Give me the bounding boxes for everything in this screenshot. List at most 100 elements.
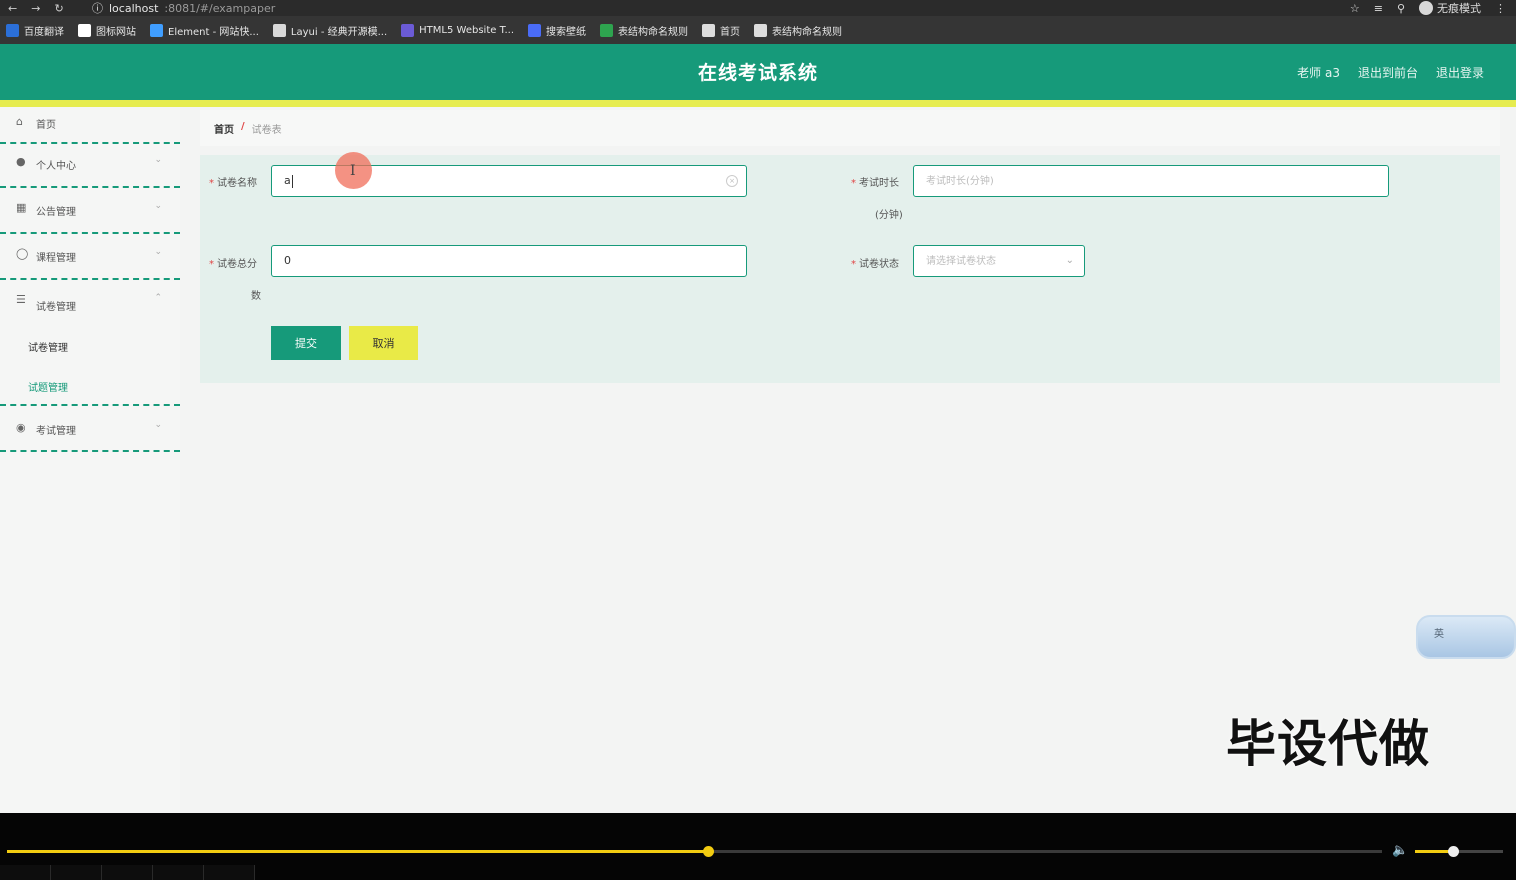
clear-icon[interactable]: × (726, 175, 738, 187)
sidebar-subitem-paper[interactable]: 试卷管理 (28, 339, 68, 354)
app-title: 在线考试系统 (697, 62, 818, 84)
submit-button[interactable]: 提交 (271, 326, 341, 360)
logout-link[interactable]: 退出登录 (1436, 64, 1484, 81)
paper-name-value: a (284, 174, 291, 187)
progress-fill (7, 850, 709, 853)
bookmark-favicon-icon (528, 23, 542, 37)
sidebar-item-personal[interactable]: ● 个人中心 ⌄ (0, 144, 180, 188)
player-tab[interactable] (102, 865, 153, 880)
player-tab[interactable] (153, 865, 204, 880)
incognito-icon (1419, 1, 1433, 15)
breadcrumb: 首页 / 试卷表 (214, 121, 282, 136)
user-icon: ● (16, 155, 26, 168)
bookmark-item[interactable]: HTML5 Website T... (401, 23, 514, 37)
volume-slider[interactable] (1415, 846, 1503, 857)
sidebar-item-course[interactable]: ◯ 课程管理 ⌄ (0, 236, 180, 280)
course-icon: ◯ (16, 247, 29, 260)
cancel-button[interactable]: 取消 (349, 326, 418, 360)
current-user: 老师 a3 (1297, 66, 1340, 80)
info-icon: ⓘ (92, 2, 103, 15)
sidebar-item-notice[interactable]: ▦ 公告管理 ⌄ (0, 190, 180, 234)
url-host: localhost (109, 1, 159, 15)
sidebar-item-exam[interactable]: ◉ 考试管理 ⌄ (0, 406, 180, 452)
text-cursor-icon: I (350, 163, 356, 179)
total-score-value: 0 (284, 254, 291, 267)
sidebar-item-label: 考试管理 (36, 426, 76, 437)
total-score-input[interactable]: 0 (271, 245, 747, 277)
screen: ← → ↻ ⓘ localhost :8081/#/exampaper ☆ ≡ ⚲… (0, 0, 1516, 880)
key-icon[interactable]: ⚲ (1397, 2, 1405, 15)
browser-toolbar: ← → ↻ ⓘ localhost :8081/#/exampaper ☆ ≡ ⚲… (0, 0, 1516, 16)
sidebar-item-label: 试卷管理 (36, 302, 76, 313)
bookmark-item[interactable]: Layui - 经典开源模... (272, 23, 387, 38)
url-path: :8081/#/exampaper (164, 1, 276, 15)
sidebar-subitem-question[interactable]: 试题管理 (28, 379, 68, 394)
bookmark-item[interactable]: 表结构命名规则 (754, 23, 842, 38)
total-score-label: * 试卷总分 (209, 255, 257, 270)
sidebar-item-paper[interactable]: ☰ 试卷管理 ⌃ 试卷管理 试题管理 (0, 282, 180, 406)
paper-status-label-text: 试卷状态 (859, 259, 899, 270)
bookmark-item[interactable]: Element - 网站快... (150, 23, 259, 38)
duration-label: * 考试时长 (851, 174, 899, 189)
volume-handle[interactable] (1447, 846, 1459, 857)
progress-bar[interactable] (7, 846, 1382, 857)
incognito-badge[interactable]: 无痕模式 (1419, 0, 1481, 16)
browser-nav: ← → ↻ (8, 0, 64, 16)
bookmark-item[interactable]: 图标网站 (78, 23, 136, 38)
bookmark-label: 表结构命名规则 (618, 26, 689, 38)
sidebar-item-label: 个人中心 (36, 161, 76, 172)
bookmarks-bar: 百度翻译 图标网站 Element - 网站快... Layui - 经典开源模...… (0, 16, 1516, 44)
address-bar[interactable]: ⓘ localhost :8081/#/exampaper (92, 0, 275, 16)
volume-icon[interactable]: 🔈 (1392, 843, 1408, 858)
watermark: 毕设代做 (1226, 715, 1430, 773)
bookmark-item[interactable]: 百度翻译 (6, 23, 64, 38)
player-tab[interactable] (51, 865, 102, 880)
menu-icon[interactable]: ⋮ (1495, 2, 1506, 15)
breadcrumb-bar: 首页 / 试卷表 (200, 110, 1500, 146)
paper-name-label: * 试卷名称 (209, 174, 257, 189)
bookmark-favicon-icon (272, 23, 286, 37)
back-icon[interactable]: ← (8, 2, 17, 15)
bookmark-favicon-icon (150, 23, 163, 37)
progress-handle[interactable] (703, 846, 715, 857)
ime-widget[interactable]: 英 (1416, 615, 1516, 659)
sidebar-item-label: 首页 (36, 120, 56, 131)
sidebar: ⌂ 首页 ● 个人中心 ⌄ ▦ 公告管理 ⌄ ◯ 课程管理 ⌄ ☰ 试卷管理 ⌃… (0, 107, 180, 813)
bookmark-item[interactable]: 表结构命名规则 (600, 23, 688, 38)
bookmark-label: 首页 (720, 26, 741, 38)
exam-icon: ◉ (16, 421, 26, 434)
reload-icon[interactable]: ↻ (54, 2, 63, 15)
star-icon[interactable]: ☆ (1350, 2, 1360, 15)
ime-language: 英 (1434, 629, 1444, 640)
sidebar-item-label: 公告管理 (36, 207, 76, 218)
bookmark-label: 表结构命名规则 (772, 26, 843, 38)
chevron-down-icon: ⌄ (154, 247, 162, 257)
paper-status-placeholder: 请选择试卷状态 (926, 256, 996, 267)
duration-label-unit: (分钟) (875, 210, 903, 221)
required-mark: * (209, 259, 214, 270)
chevron-down-icon: ⌄ (154, 420, 162, 430)
home-icon: ⌂ (16, 115, 23, 128)
duration-input[interactable]: 考试时长(分钟) (913, 165, 1389, 197)
breadcrumb-home[interactable]: 首页 (214, 121, 234, 136)
paper-status-select[interactable]: 请选择试卷状态 ⌄ (913, 245, 1085, 277)
forward-icon[interactable]: → (31, 2, 40, 15)
breadcrumb-current: 试卷表 (251, 125, 282, 136)
bookmark-favicon-icon (754, 23, 768, 37)
paper-icon: ☰ (16, 293, 26, 306)
bookmark-item[interactable]: 搜索壁纸 (528, 23, 586, 38)
duration-label-text: 考试时长 (859, 178, 899, 189)
chevron-down-icon: ⌄ (154, 155, 162, 165)
sidebar-item-label: 课程管理 (36, 253, 76, 264)
playlist-icon[interactable]: ≡ (1374, 2, 1383, 15)
bookmark-item[interactable]: 首页 (702, 23, 740, 38)
duration-placeholder: 考试时长(分钟) (926, 176, 994, 187)
paper-status-label: * 试卷状态 (851, 255, 899, 270)
sidebar-item-home[interactable]: ⌂ 首页 (0, 107, 180, 144)
player-tab[interactable] (0, 865, 51, 880)
required-mark: * (851, 259, 856, 270)
player-tab[interactable] (204, 865, 255, 880)
bookmark-favicon-icon (6, 23, 19, 37)
bookmark-favicon-icon (702, 23, 716, 37)
back-to-front-link[interactable]: 退出到前台 (1358, 64, 1418, 81)
